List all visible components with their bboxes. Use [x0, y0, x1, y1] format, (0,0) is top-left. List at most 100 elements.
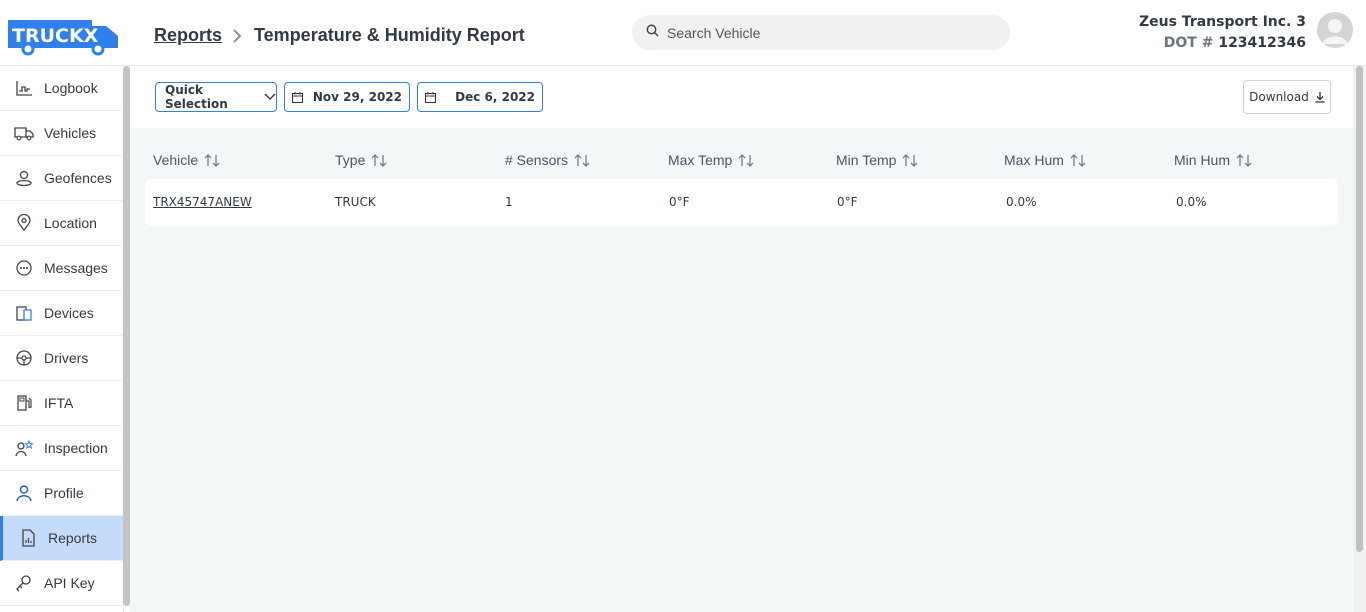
dot-label: DOT # [1163, 35, 1214, 51]
column-label: Vehicle [153, 152, 199, 168]
quick-selection-label: Quick Selection [165, 83, 228, 111]
column-header-vehicle[interactable]: Vehicle [153, 152, 220, 168]
sidebar-scrollbar[interactable] [123, 66, 130, 606]
sidebar-item-label: IFTA [44, 395, 74, 411]
company-name: Zeus Transport Inc. 3 [1138, 14, 1306, 30]
start-date-value: Nov 29, 2022 [312, 90, 402, 104]
chevron-down-icon [264, 93, 276, 101]
column-label: Type [335, 152, 366, 168]
column-header-max-hum[interactable]: Max Hum [1004, 152, 1086, 168]
sensor-count: 1 [505, 195, 513, 209]
avatar[interactable] [1317, 12, 1353, 48]
column-label: # Sensors [505, 152, 569, 168]
location-pin-icon [14, 213, 34, 233]
sidebar-item-label: Vehicles [44, 125, 97, 141]
sidebar-item-label: API Key [44, 575, 95, 591]
end-date-picker[interactable]: Dec 6, 2022 [417, 82, 543, 112]
sort-icon[interactable] [204, 153, 220, 167]
profile-icon [14, 483, 34, 503]
page-scrollbar-thumb[interactable] [1356, 66, 1363, 552]
sidebar-item-label: Geofences [44, 170, 112, 186]
geofence-icon [14, 168, 34, 188]
truckx-logo[interactable]: TRUCKX [6, 12, 120, 56]
logbook-icon [14, 78, 34, 98]
column-label: Min Hum [1174, 152, 1231, 168]
fuel-pump-icon [14, 393, 34, 413]
page-title: Temperature & Humidity Report [254, 25, 525, 45]
sidebar-item-label: Reports [48, 530, 98, 546]
report-toolbar: Quick Selection Nov 29, 2022 Dec 6, 2022… [130, 66, 1353, 128]
sidebar-item-label: Inspection [44, 440, 108, 456]
quick-selection-dropdown[interactable]: Quick Selection [155, 82, 277, 112]
download-button[interactable]: Download [1243, 80, 1331, 114]
search-vehicle-input[interactable] [667, 24, 987, 41]
download-icon [1315, 91, 1325, 103]
sidebar-item-label: Location [44, 215, 97, 231]
column-label: Min Temp [836, 152, 897, 168]
end-date-value: Dec 6, 2022 [455, 90, 535, 104]
min-temp-value: 0°F [837, 195, 858, 209]
calendar-icon [425, 92, 436, 106]
devices-icon [14, 303, 34, 323]
chevron-right-icon [232, 28, 242, 43]
sidebar-item-label: Logbook [44, 80, 98, 96]
table-header: Vehicle Type # Sensors Max Temp Min Temp… [153, 152, 1343, 172]
sidebar-item-vehicles[interactable]: Vehicles [0, 111, 123, 156]
report-content: Quick Selection Nov 29, 2022 Dec 6, 2022… [130, 66, 1353, 612]
max-temp-value: 0°F [669, 195, 690, 209]
sidebar: Logbook Vehicles Geofences Location Mess… [0, 66, 124, 612]
start-date-picker[interactable]: Nov 29, 2022 [284, 82, 410, 112]
sidebar-item-geofences[interactable]: Geofences [0, 156, 123, 201]
message-icon [14, 258, 34, 278]
sidebar-item-label: Profile [44, 485, 84, 501]
steering-wheel-icon [14, 348, 34, 368]
report-icon [18, 528, 38, 548]
sidebar-item-drivers[interactable]: Drivers [0, 336, 123, 381]
sidebar-item-location[interactable]: Location [0, 201, 123, 246]
company-info: Zeus Transport Inc. 3 DOT # 123412346 [1139, 14, 1306, 51]
sidebar-item-ifta[interactable]: IFTA [0, 381, 123, 426]
table-row: TRX45747ANEW TRUCK 1 0°F 0°F 0.0% 0.0% [145, 179, 1338, 226]
search-box[interactable] [632, 15, 1010, 50]
sidebar-item-inspection[interactable]: Inspection [0, 426, 123, 471]
sidebar-item-label: Messages [44, 260, 108, 276]
column-header-max-temp[interactable]: Max Temp [668, 152, 754, 168]
key-icon [14, 573, 34, 593]
column-header-min-temp[interactable]: Min Temp [836, 152, 918, 168]
vehicle-link[interactable]: TRX45747ANEW [153, 195, 252, 209]
dot-number: 123412346 [1218, 35, 1306, 51]
breadcrumb: Reports Temperature & Humidity Report [154, 25, 525, 46]
breadcrumb-reports-link[interactable]: Reports [154, 25, 222, 46]
top-header: TRUCKX Reports Temperature & Humidity Re… [0, 0, 1366, 66]
sidebar-item-messages[interactable]: Messages [0, 246, 123, 291]
column-header-type[interactable]: Type [335, 152, 387, 168]
dot-number-line: DOT # 123412346 [1139, 35, 1306, 51]
sidebar-item-logbook[interactable]: Logbook [0, 66, 123, 111]
download-label: Download [1249, 90, 1309, 104]
column-header-min-hum[interactable]: Min Hum [1174, 152, 1252, 168]
sort-icon[interactable] [371, 153, 387, 167]
sidebar-item-api-key[interactable]: API Key [0, 561, 123, 606]
sidebar-item-reports[interactable]: Reports [0, 516, 123, 561]
sort-icon[interactable] [902, 153, 918, 167]
sort-icon[interactable] [1236, 153, 1252, 167]
sort-icon[interactable] [1070, 153, 1086, 167]
sort-icon[interactable] [574, 153, 590, 167]
vehicle-type: TRUCK [335, 195, 376, 209]
column-label: Max Temp [668, 152, 733, 168]
max-hum-value: 0.0% [1006, 195, 1037, 209]
sidebar-item-label: Drivers [44, 350, 89, 366]
inspection-icon [14, 438, 34, 458]
page-scrollbar[interactable] [1353, 66, 1366, 612]
sort-icon[interactable] [738, 153, 754, 167]
sidebar-scrollbar-thumb[interactable] [123, 66, 130, 606]
sidebar-item-label: Devices [44, 305, 94, 321]
calendar-icon [292, 92, 303, 106]
sidebar-item-profile[interactable]: Profile [0, 471, 123, 516]
min-hum-value: 0.0% [1176, 195, 1207, 209]
search-icon [646, 24, 659, 42]
logo-text: TRUCKX [12, 25, 99, 47]
column-header-sensors[interactable]: # Sensors [505, 152, 590, 168]
truck-icon [14, 123, 34, 143]
sidebar-item-devices[interactable]: Devices [0, 291, 123, 336]
